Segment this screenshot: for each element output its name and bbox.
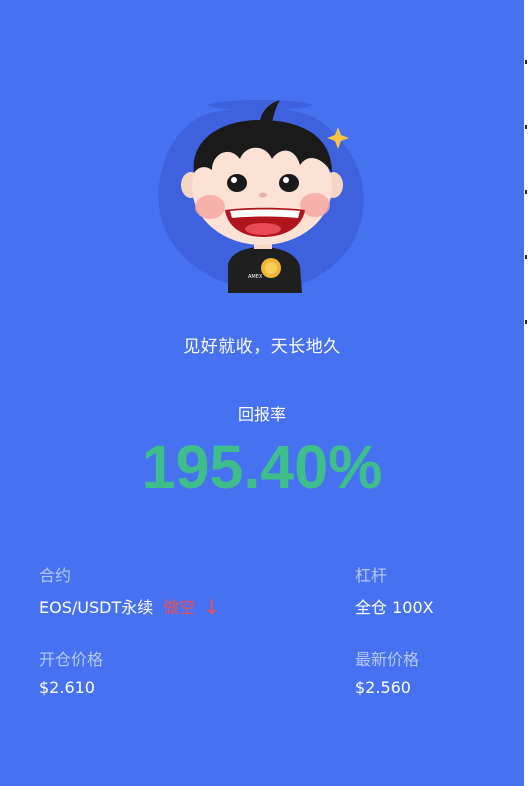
right-edge-strip (524, 0, 528, 786)
contract-value-row: EOS/USDT永续 做空 ↓ (39, 594, 220, 619)
return-rate-label: 回报率 (237, 405, 286, 424)
contract-label: 合约 (39, 566, 72, 585)
arrow-down-icon: ↓ (203, 595, 220, 619)
latest-price-value: $2.560 (355, 678, 411, 697)
return-rate-value: 195.40% (141, 433, 383, 501)
open-price-value: $2.610 (39, 678, 95, 697)
latest-price-label: 最新价格 (355, 650, 420, 669)
slogan-text: 见好就收，天长地久 (183, 337, 341, 357)
share-card: AMEX 见好就收，天长地久 回报率 195.40% 合约 EOS/USDT永续… (0, 0, 524, 786)
contract-value: EOS/USDT永续 (39, 598, 154, 617)
direction-badge: 做空 (163, 598, 196, 617)
mascot-illustration: AMEX (150, 95, 380, 300)
shirt-logo-text: AMEX (248, 274, 263, 280)
open-price-label: 开仓价格 (39, 650, 104, 669)
leverage-label: 杠杆 (355, 566, 388, 585)
leverage-value: 全仓 100X (355, 598, 434, 617)
mascot-svg: AMEX (158, 100, 364, 293)
